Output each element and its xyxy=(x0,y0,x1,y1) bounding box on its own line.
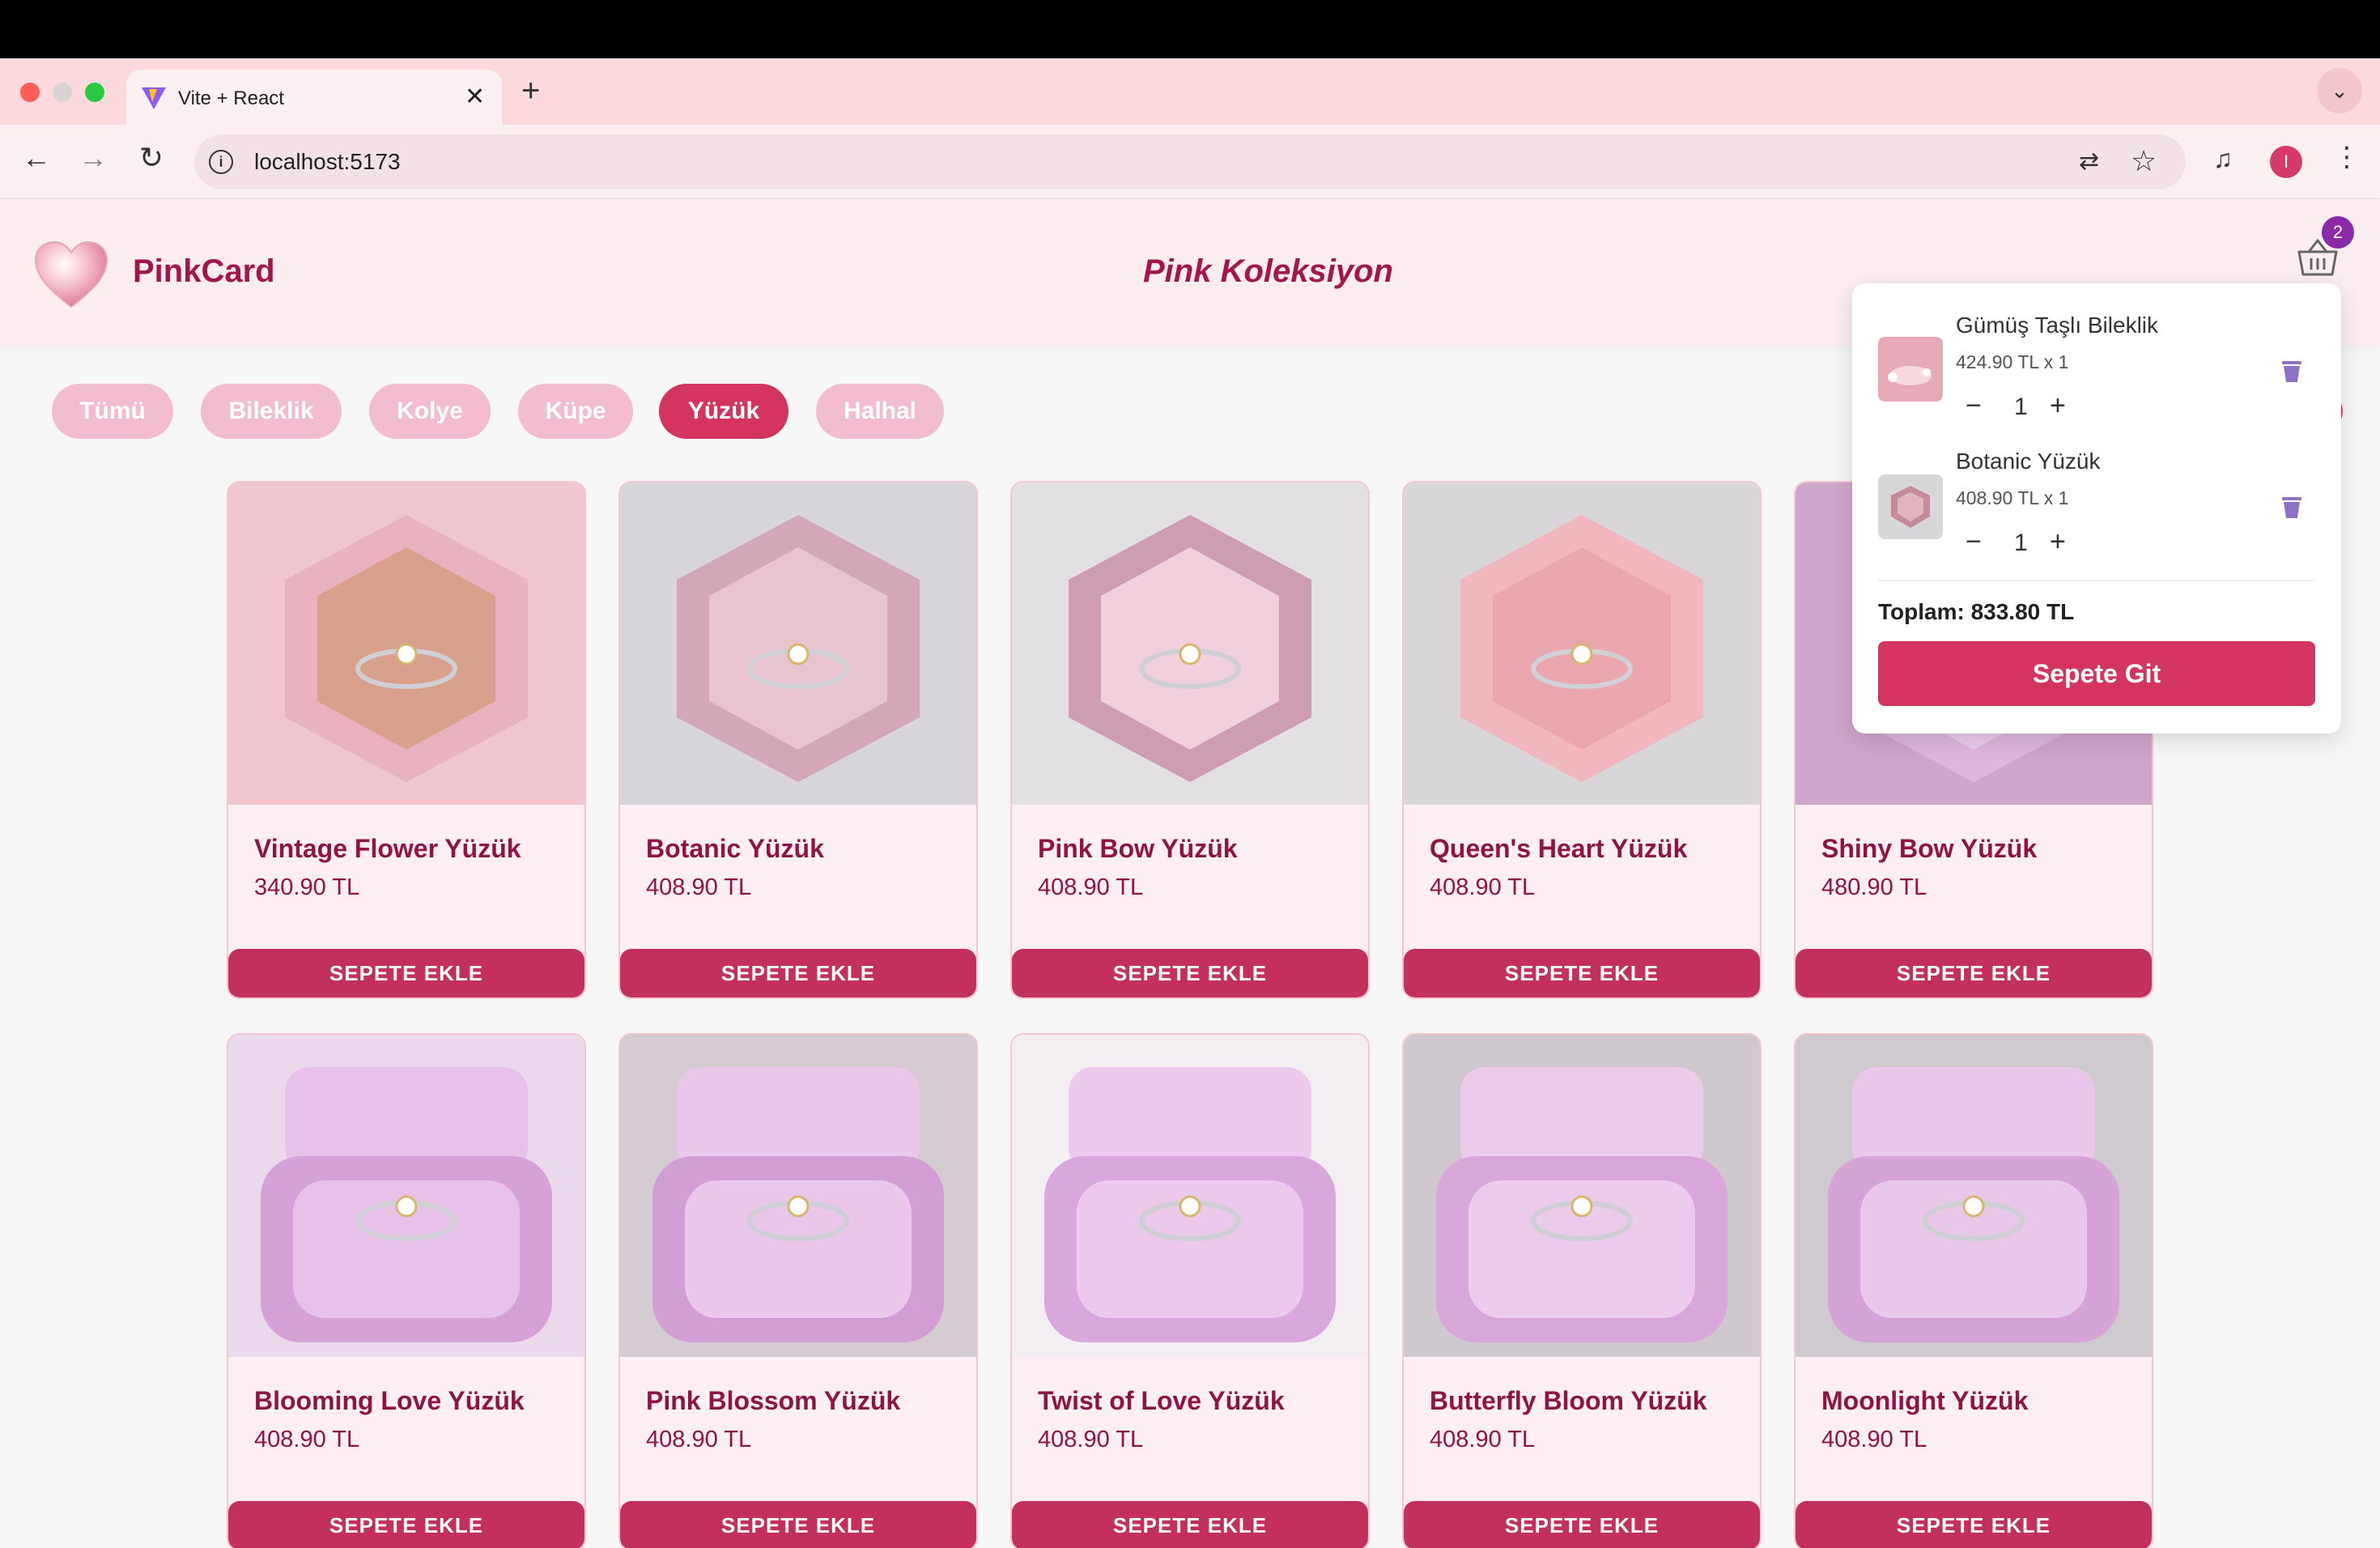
add-to-cart-button[interactable]: SEPETE EKLE xyxy=(1404,1501,1760,1548)
tab-title: Vite + React xyxy=(178,87,284,109)
filter-kolye[interactable]: Kolye xyxy=(369,384,491,439)
product-price: 480.90 TL xyxy=(1821,874,1927,900)
decrease-qty-button[interactable]: − xyxy=(1966,390,1982,422)
reload-icon[interactable]: ↻ xyxy=(131,141,172,175)
trash-icon[interactable] xyxy=(2281,359,2302,384)
cart-total: Toplam: 833.80 TL xyxy=(1878,599,2075,624)
product-name[interactable]: Butterfly Bloom Yüzük xyxy=(1430,1386,1707,1416)
address-bar[interactable]: i localhost:5173 ⇄ ☆ xyxy=(194,134,2186,189)
product-image[interactable] xyxy=(228,483,584,805)
add-to-cart-button[interactable]: SEPETE EKLE xyxy=(620,1501,976,1548)
cart-count-badge: 2 xyxy=(2322,216,2354,249)
media-controls-icon[interactable]: ♫ xyxy=(2213,144,2233,174)
site-info-icon[interactable]: i xyxy=(209,150,233,174)
increase-qty-button[interactable]: + xyxy=(2050,390,2066,422)
product-name[interactable]: Queen's Heart Yüzük xyxy=(1430,834,1687,864)
product-price: 408.90 TL xyxy=(646,1427,752,1452)
trash-icon[interactable] xyxy=(2281,495,2302,520)
filter-tumu[interactable]: Tümü xyxy=(52,384,173,439)
vite-logo-icon xyxy=(142,87,166,109)
screen-top-bar xyxy=(0,0,2380,58)
product-card[interactable]: Twist of Love Yüzük 408.90 TL SEPETE EKLE xyxy=(1010,1033,1370,1548)
product-card[interactable]: Botanic Yüzük 408.90 TL SEPETE EKLE xyxy=(618,481,978,999)
product-name[interactable]: Pink Bow Yüzük xyxy=(1038,834,1238,864)
product-name[interactable]: Moonlight Yüzük xyxy=(1821,1386,2028,1416)
minimize-window-button[interactable] xyxy=(53,83,72,102)
add-to-cart-button[interactable]: SEPETE EKLE xyxy=(1404,949,1760,997)
product-image[interactable] xyxy=(620,483,976,805)
product-price: 408.90 TL xyxy=(1038,1427,1144,1452)
product-price: 408.90 TL xyxy=(254,1427,360,1452)
translate-icon[interactable]: ⇄ xyxy=(2079,147,2099,176)
go-to-cart-button[interactable]: Sepete Git xyxy=(1878,641,2315,706)
browser-toolbar: ← → ↻ i localhost:5173 ⇄ ☆ ♫ I ⋮ xyxy=(0,125,2380,199)
product-card[interactable]: Pink Blossom Yüzük 408.90 TL SEPETE EKLE xyxy=(618,1033,978,1548)
cart-dropdown: Gümüş Taşlı Bileklik 424.90 TL x 1 − 1 +… xyxy=(1852,283,2341,734)
cart-item-name: Botanic Yüzük xyxy=(1956,449,2101,474)
product-card[interactable]: Pink Bow Yüzük 408.90 TL SEPETE EKLE xyxy=(1010,481,1370,999)
add-to-cart-button[interactable]: SEPETE EKLE xyxy=(620,949,976,997)
product-name[interactable]: Twist of Love Yüzük xyxy=(1038,1386,1285,1416)
add-to-cart-button[interactable]: SEPETE EKLE xyxy=(1796,949,2152,997)
product-name[interactable]: Botanic Yüzük xyxy=(646,834,824,864)
cart-item-name: Gümüş Taşlı Bileklik xyxy=(1956,313,2159,338)
maximize-window-button[interactable] xyxy=(85,83,104,102)
new-tab-button[interactable]: + xyxy=(521,73,540,109)
bookmark-star-icon[interactable]: ☆ xyxy=(2131,144,2157,178)
cart-item-qty: 1 xyxy=(2014,393,2028,420)
browser-menu-icon[interactable]: ⋮ xyxy=(2333,141,2361,173)
tab-search-button[interactable]: ⌄ xyxy=(2317,68,2362,113)
add-to-cart-button[interactable]: SEPETE EKLE xyxy=(228,1501,584,1548)
product-card[interactable]: Vintage Flower Yüzük 340.90 TL SEPETE EKLE xyxy=(227,481,586,999)
product-card[interactable]: Blooming Love Yüzük 408.90 TL SEPETE EKLE xyxy=(227,1033,586,1548)
cart-item-image xyxy=(1878,337,1943,402)
back-arrow-icon[interactable]: ← xyxy=(16,141,57,175)
product-image[interactable] xyxy=(620,1035,976,1357)
product-image[interactable] xyxy=(1012,483,1368,805)
product-image[interactable] xyxy=(1404,1035,1760,1357)
forward-arrow-icon[interactable]: → xyxy=(73,141,113,175)
product-image[interactable] xyxy=(1404,483,1760,805)
product-price: 408.90 TL xyxy=(1430,1427,1536,1452)
product-price: 340.90 TL xyxy=(254,874,360,900)
product-card[interactable]: Butterfly Bloom Yüzük 408.90 TL SEPETE EKL… xyxy=(1402,1033,1762,1548)
cart-item-qty: 1 xyxy=(2014,529,2028,556)
cart-item-price: 408.90 TL x 1 xyxy=(1956,487,2069,508)
add-to-cart-button[interactable]: SEPETE EKLE xyxy=(1012,1501,1368,1548)
product-card[interactable]: Moonlight Yüzük 408.90 TL SEPETE EKLE xyxy=(1794,1033,2153,1548)
increase-qty-button[interactable]: + xyxy=(2050,526,2066,558)
cart-item-price: 424.90 TL x 1 xyxy=(1956,351,2069,372)
product-card[interactable]: Queen's Heart Yüzük 408.90 TL SEPETE EKLE xyxy=(1402,481,1762,999)
filter-bileklik[interactable]: Bileklik xyxy=(201,384,342,439)
product-image[interactable] xyxy=(1012,1035,1368,1357)
product-name[interactable]: Pink Blossom Yüzük xyxy=(646,1386,900,1416)
divider xyxy=(1878,580,2315,581)
add-to-cart-button[interactable]: SEPETE EKLE xyxy=(228,949,584,997)
filter-yuzuk[interactable]: Yüzük xyxy=(659,384,788,439)
cart-item-image xyxy=(1878,474,1943,539)
profile-avatar[interactable]: I xyxy=(2270,146,2302,178)
product-image[interactable] xyxy=(1796,1035,2152,1357)
product-name[interactable]: Blooming Love Yüzük xyxy=(254,1386,525,1416)
product-price: 408.90 TL xyxy=(1038,874,1144,900)
filter-kupe[interactable]: Küpe xyxy=(518,384,633,439)
add-to-cart-button[interactable]: SEPETE EKLE xyxy=(1796,1501,2152,1548)
product-price: 408.90 TL xyxy=(1821,1427,1927,1452)
url-text[interactable]: localhost:5173 xyxy=(254,149,401,175)
close-window-button[interactable] xyxy=(20,83,40,102)
product-price: 408.90 TL xyxy=(646,874,752,900)
add-to-cart-button[interactable]: SEPETE EKLE xyxy=(1012,949,1368,997)
decrease-qty-button[interactable]: − xyxy=(1966,526,1982,558)
product-name[interactable]: Vintage Flower Yüzük xyxy=(254,834,521,864)
product-name[interactable]: Shiny Bow Yüzük xyxy=(1821,834,2037,864)
browser-tab[interactable]: Vite + React ✕ xyxy=(126,70,502,125)
filter-halhal[interactable]: Halhal xyxy=(816,384,944,439)
product-image[interactable] xyxy=(228,1035,584,1357)
product-price: 408.90 TL xyxy=(1430,874,1536,900)
browser-tab-strip: Vite + React ✕ + ⌄ xyxy=(0,58,2380,125)
tab-close-icon[interactable]: ✕ xyxy=(465,83,485,111)
